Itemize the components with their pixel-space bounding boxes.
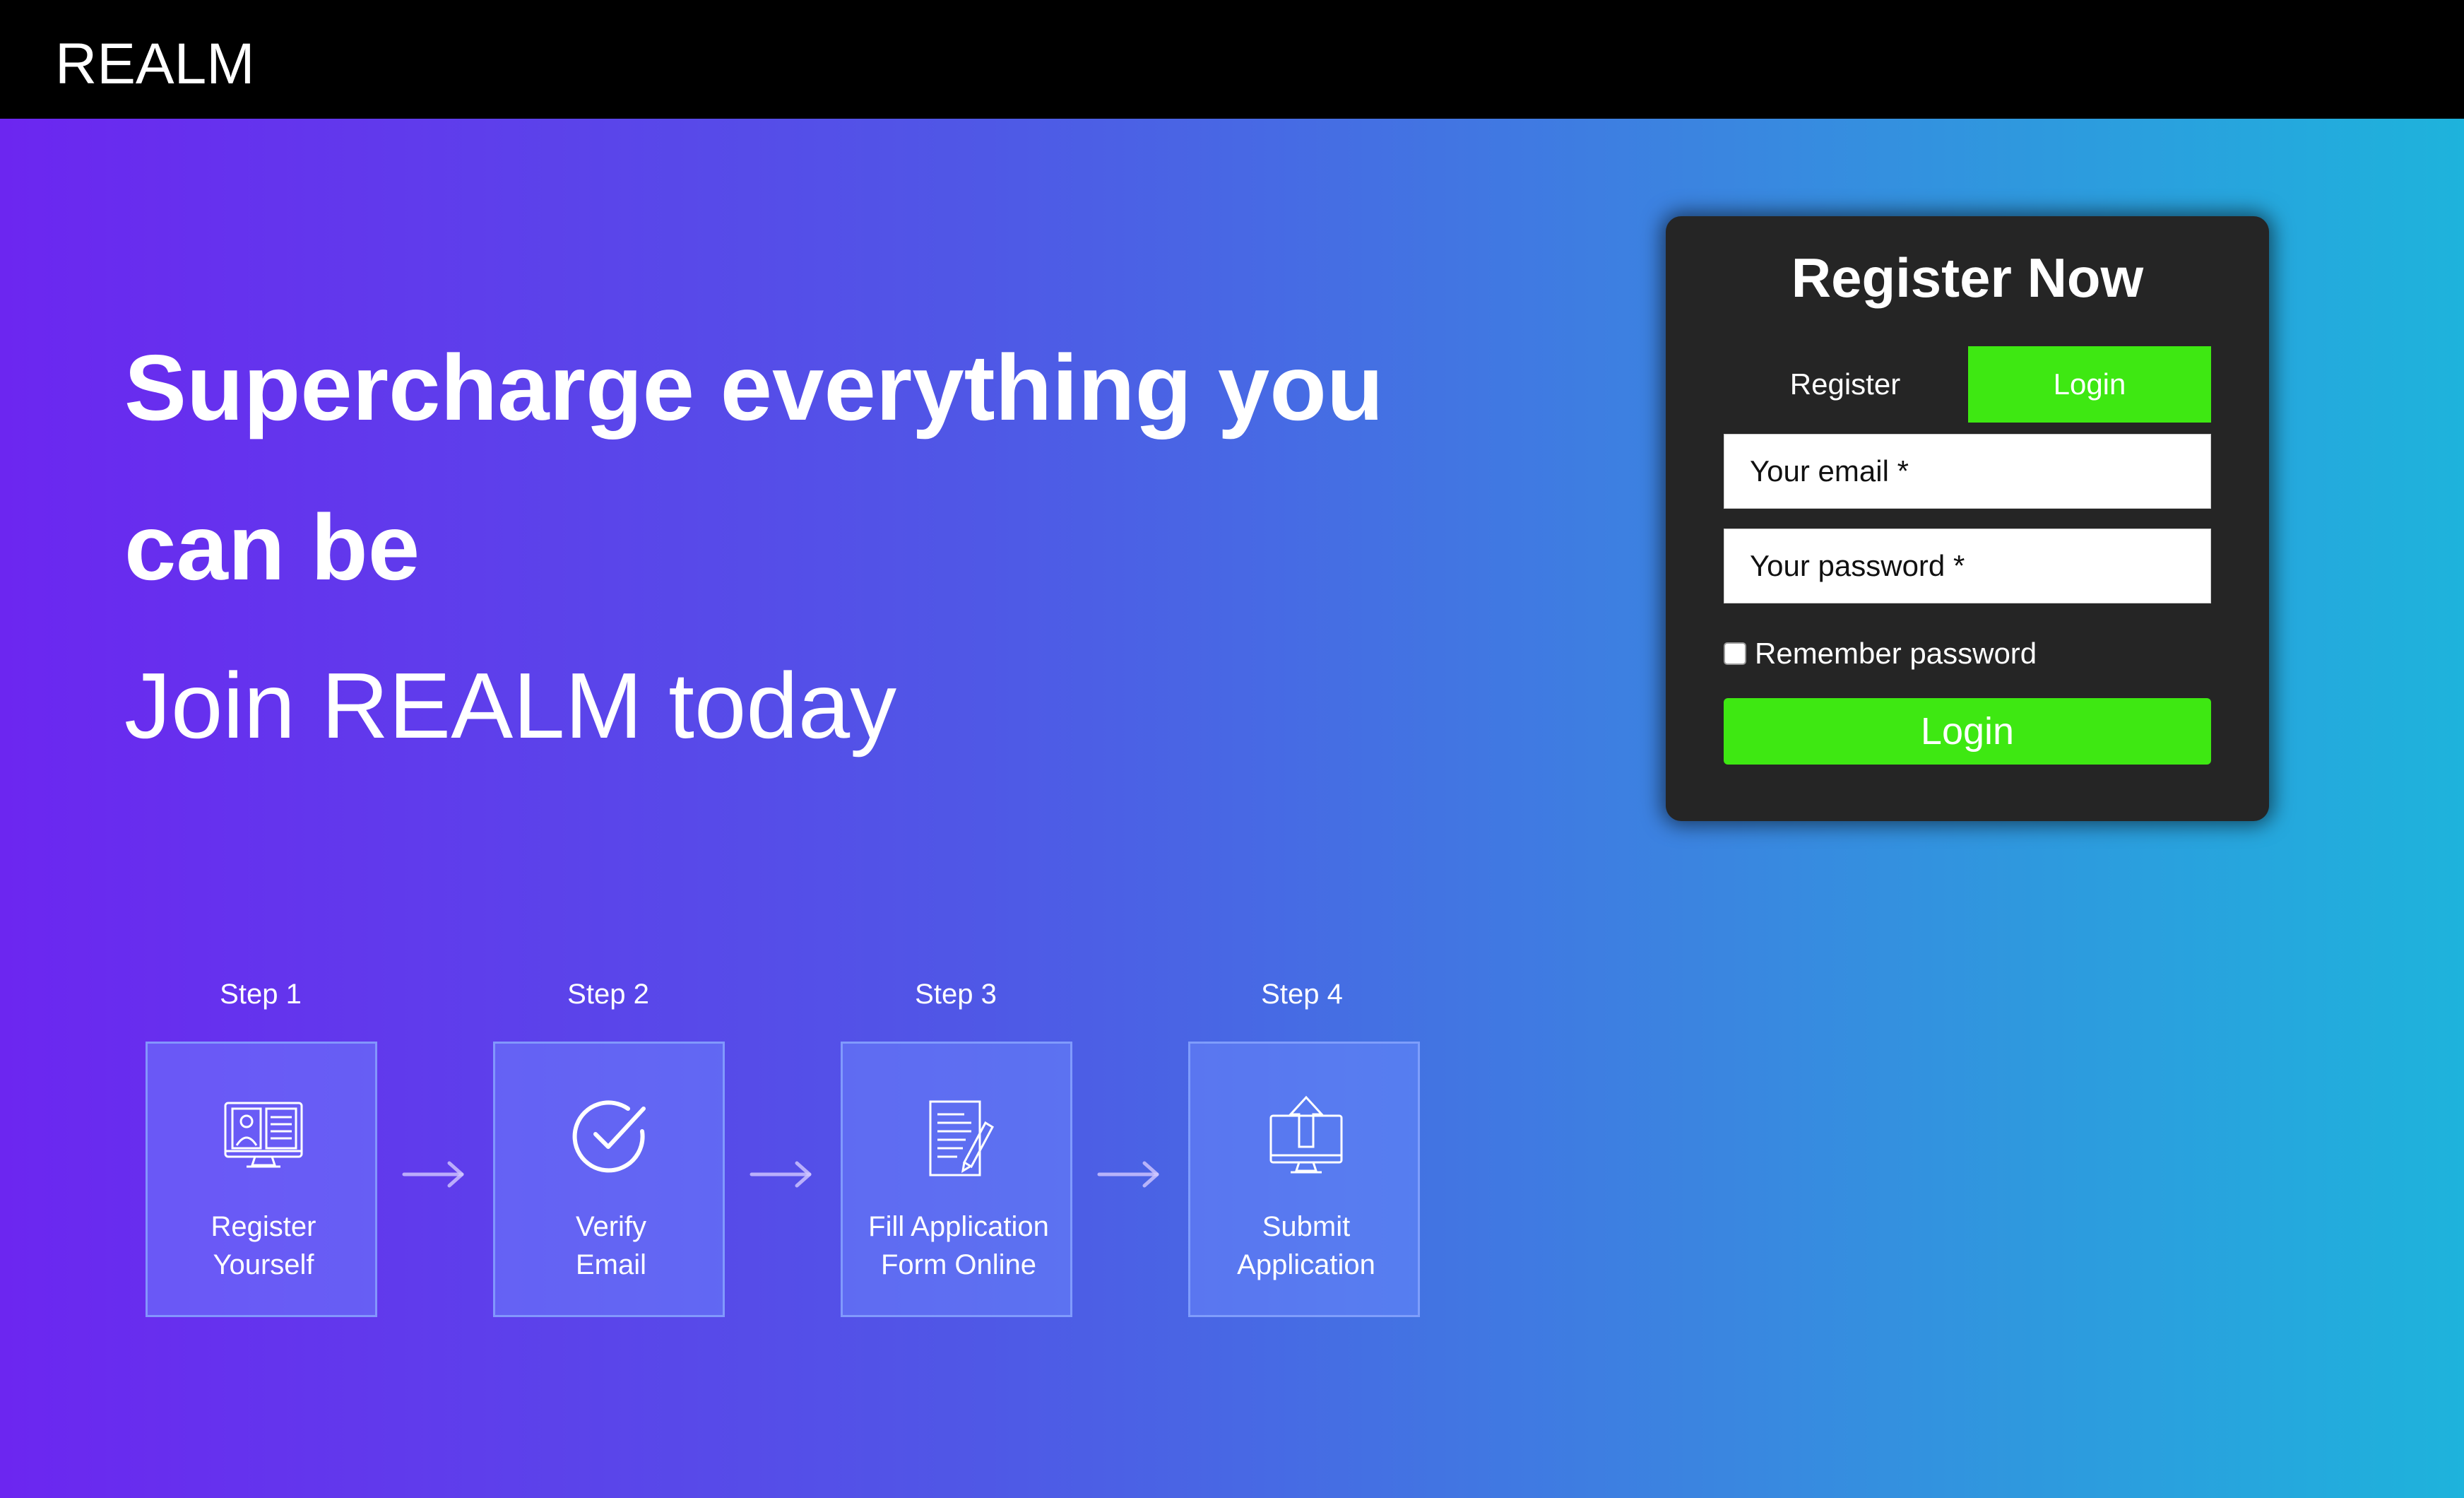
hero-headline-line-1: Supercharge everything you bbox=[124, 336, 1384, 440]
step-3-text-line-2: Form Online bbox=[880, 1249, 1037, 1280]
top-nav-bar: REALM bbox=[0, 0, 2464, 119]
remember-password-row: Remember password bbox=[1724, 636, 2037, 671]
step-4-card: Submit Application bbox=[1188, 1042, 1420, 1317]
arrow-right-icon bbox=[402, 1161, 464, 1188]
hero-subheadline: Join REALM today bbox=[124, 654, 897, 757]
remember-password-checkbox[interactable] bbox=[1724, 642, 1746, 665]
email-field[interactable] bbox=[1724, 434, 2211, 509]
arrow-right-icon bbox=[750, 1161, 812, 1188]
hero-headline-line-2: can be bbox=[124, 495, 420, 599]
register-login-panel: Register Now Register Login Remember pas… bbox=[1666, 216, 2269, 821]
step-2-text: Verify Email bbox=[495, 1208, 727, 1284]
step-2-text-line-2: Email bbox=[575, 1249, 647, 1280]
monitor-upload-icon bbox=[1269, 1095, 1343, 1174]
step-1-text: Register Yourself bbox=[148, 1208, 379, 1284]
step-3-card: Fill Application Form Online bbox=[841, 1042, 1072, 1317]
step-1-card: Register Yourself bbox=[146, 1042, 377, 1317]
step-3-label: Step 3 bbox=[915, 979, 997, 1010]
step-3-text-line-1: Fill Application bbox=[868, 1211, 1049, 1242]
arrow-right-icon bbox=[1097, 1161, 1159, 1188]
step-4-label: Step 4 bbox=[1261, 979, 1343, 1010]
step-3-text: Fill Application Form Online bbox=[843, 1208, 1074, 1284]
step-2-card: Verify Email bbox=[493, 1042, 725, 1317]
step-1-label: Step 1 bbox=[220, 979, 302, 1010]
password-field[interactable] bbox=[1724, 529, 2211, 603]
panel-title: Register Now bbox=[1791, 247, 2144, 309]
step-1-text-line-1: Register bbox=[211, 1211, 316, 1242]
step-4-text: Submit Application bbox=[1190, 1208, 1422, 1284]
document-pen-icon bbox=[929, 1100, 994, 1176]
brand-logo[interactable]: REALM bbox=[55, 31, 255, 98]
monitor-profile-icon bbox=[224, 1102, 303, 1168]
tab-register[interactable]: Register bbox=[1724, 346, 1967, 423]
check-circle-icon bbox=[572, 1100, 646, 1173]
step-2-text-line-1: Verify bbox=[575, 1211, 647, 1242]
step-4-text-line-2: Application bbox=[1237, 1249, 1375, 1280]
step-1-text-line-2: Yourself bbox=[213, 1249, 314, 1280]
tab-login[interactable]: Login bbox=[1968, 346, 2211, 423]
step-2-label: Step 2 bbox=[567, 979, 649, 1010]
step-4-text-line-1: Submit bbox=[1262, 1211, 1351, 1242]
login-button[interactable]: Login bbox=[1724, 698, 2211, 765]
remember-password-label[interactable]: Remember password bbox=[1755, 636, 2037, 671]
